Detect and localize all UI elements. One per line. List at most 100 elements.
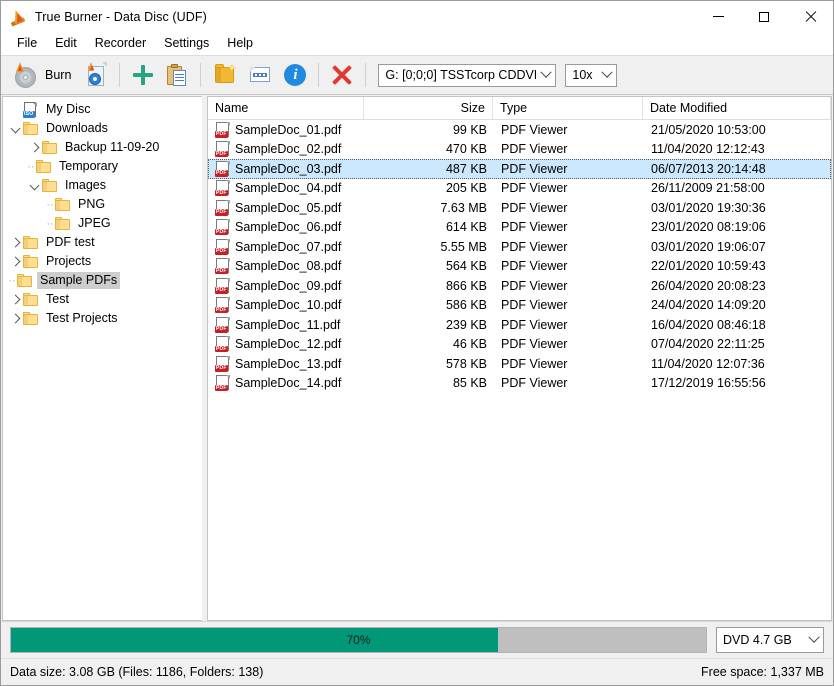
pdf-file-icon: PDF [215, 219, 230, 236]
tree-item-downloads[interactable]: Downloads [3, 119, 202, 138]
file-name-text: SampleDoc_08.pdf [235, 259, 342, 274]
capacity-progress-bar: 70% [10, 627, 707, 653]
file-row[interactable]: PDF SampleDoc_12.pdf 46 KB PDF Viewer 07/04/… [208, 335, 831, 355]
delete-button[interactable] [325, 58, 359, 92]
folder-icon [55, 198, 70, 211]
file-row[interactable]: PDF SampleDoc_03.pdf 487 KB PDF Viewer 06/07… [208, 159, 831, 179]
pdf-file-icon: PDF [215, 160, 230, 177]
info-icon: i [284, 64, 307, 86]
tree-item-pdf-test[interactable]: PDF test [3, 233, 202, 252]
file-row[interactable]: PDF SampleDoc_14.pdf 85 KB PDF Viewer 17/12/… [208, 374, 831, 394]
capacity-progress-label: 70% [346, 633, 371, 647]
new-folder-button[interactable]: ✦ [207, 58, 243, 92]
file-name-text: SampleDoc_01.pdf [235, 122, 342, 137]
file-cell-type: PDF Viewer [501, 278, 568, 293]
file-cell-date: 24/04/2020 14:09:20 [651, 298, 766, 313]
tree-item-jpeg[interactable]: ·· JPEG [3, 214, 202, 233]
window-controls [695, 1, 833, 32]
rename-button[interactable] [243, 58, 278, 92]
tree-item-label: Projects [46, 254, 92, 268]
file-name-text: SampleDoc_13.pdf [235, 356, 342, 371]
tree-item-test-projects[interactable]: Test Projects [3, 309, 202, 328]
file-row[interactable]: PDF SampleDoc_04.pdf 205 KB PDF Viewer 26/11… [208, 179, 831, 199]
expand-arrow-icon[interactable] [7, 309, 23, 328]
file-row[interactable]: PDF SampleDoc_09.pdf 866 KB PDF Viewer 26/04… [208, 276, 831, 296]
file-row[interactable]: PDF SampleDoc_07.pdf 5.55 MB PDF Viewer 03/0… [208, 237, 831, 257]
file-cell-type: PDF Viewer [501, 142, 568, 157]
bottom-bar: 70% DVD 4.7 GB Data size: 3.08 GB (Files… [1, 621, 833, 685]
file-row[interactable]: PDF SampleDoc_11.pdf 239 KB PDF Viewer 16/04… [208, 315, 831, 335]
file-cell-date: 26/04/2020 20:08:23 [651, 278, 766, 293]
expand-arrow-icon[interactable] [7, 233, 23, 252]
flame-icon [9, 7, 28, 26]
tree-item-sample-pdfs[interactable]: ·· Sample PDFs [3, 271, 202, 290]
tree-item-projects[interactable]: Projects [3, 252, 202, 271]
file-cell-size: 5.55 MB [440, 239, 487, 254]
collapse-arrow-icon[interactable] [26, 176, 42, 195]
file-cell-name: PDF SampleDoc_07.pdf [209, 238, 365, 255]
media-type-select[interactable]: DVD 4.7 GB [716, 627, 824, 653]
tree-item-label: My Disc [46, 102, 91, 116]
minimize-button[interactable] [695, 1, 741, 32]
properties-button[interactable]: i [278, 58, 312, 92]
file-cell-name: PDF SampleDoc_12.pdf [209, 336, 365, 353]
file-cell-name: PDF SampleDoc_05.pdf [209, 199, 365, 216]
file-row[interactable]: PDF SampleDoc_02.pdf 470 KB PDF Viewer 11/04… [208, 140, 831, 160]
burn-button[interactable]: Burn [7, 58, 77, 92]
file-row[interactable]: PDF SampleDoc_10.pdf 586 KB PDF Viewer 24/04… [208, 296, 831, 316]
file-list-rows: PDF SampleDoc_01.pdf 99 KB PDF Viewer 21/05/… [208, 120, 831, 620]
collapse-arrow-icon[interactable] [7, 119, 23, 138]
file-cell-type: PDF Viewer [501, 181, 568, 196]
menu-edit[interactable]: Edit [46, 33, 86, 54]
maximize-button[interactable] [741, 1, 787, 32]
tree-item-label: PDF test [46, 235, 95, 249]
file-row[interactable]: PDF SampleDoc_05.pdf 7.63 MB PDF Viewer 03/0… [208, 198, 831, 218]
file-cell-name: PDF SampleDoc_01.pdf [209, 121, 365, 138]
file-cell-size: 205 KB [445, 181, 487, 196]
folder-tree-pane[interactable]: ISO My Disc Downloads Backup 11-09-20 ·· Temp… [2, 96, 202, 621]
tree-item-my-disc[interactable]: ISO My Disc [3, 100, 202, 119]
file-cell-size: 614 KB [445, 220, 487, 235]
burn-image-button[interactable] [77, 58, 113, 92]
file-row[interactable]: PDF SampleDoc_13.pdf 578 KB PDF Viewer 11/04… [208, 354, 831, 374]
media-type-value: DVD 4.7 GB [723, 633, 792, 647]
file-name-text: SampleDoc_06.pdf [235, 220, 342, 235]
menu-help[interactable]: Help [218, 33, 262, 54]
file-row[interactable]: PDF SampleDoc_01.pdf 99 KB PDF Viewer 21/05/… [208, 120, 831, 140]
menu-recorder[interactable]: Recorder [86, 33, 155, 54]
file-name-text: SampleDoc_11.pdf [235, 317, 341, 332]
rename-file-icon [249, 64, 272, 86]
paste-button[interactable] [160, 58, 194, 92]
toolbar-separator-1 [119, 63, 121, 87]
tree-item-backup-11-09-20[interactable]: Backup 11-09-20 [3, 138, 202, 157]
tree-item-png[interactable]: ·· PNG [3, 195, 202, 214]
new-folder-icon: ✦ [213, 64, 237, 86]
expand-arrow-icon[interactable] [26, 138, 42, 157]
file-list-pane[interactable]: Name Size Type Date Modified PDF SampleDoc_0… [207, 96, 832, 621]
file-cell-type: PDF Viewer [501, 356, 568, 371]
tree-item-temporary[interactable]: ·· Temporary [3, 157, 202, 176]
column-header-type[interactable]: Type [493, 97, 643, 119]
file-cell-date: 23/01/2020 08:19:06 [651, 220, 766, 235]
column-header-size[interactable]: Size [364, 97, 493, 119]
close-button[interactable] [787, 1, 833, 32]
tree-item-test[interactable]: Test [3, 290, 202, 309]
menu-file[interactable]: File [8, 33, 46, 54]
expand-arrow-icon[interactable] [7, 252, 23, 271]
menu-settings[interactable]: Settings [155, 33, 218, 54]
add-files-button[interactable] [126, 58, 160, 92]
expand-arrow-icon[interactable] [7, 290, 23, 309]
file-row[interactable]: PDF SampleDoc_08.pdf 564 KB PDF Viewer 22/01… [208, 257, 831, 277]
file-name-text: SampleDoc_05.pdf [235, 200, 342, 215]
file-cell-type: PDF Viewer [501, 337, 568, 352]
drive-select[interactable]: G: [0;0;0] TSSTcorp CDDVDW [378, 63, 557, 87]
column-header-date[interactable]: Date Modified [643, 97, 831, 119]
file-cell-name: PDF SampleDoc_03.pdf [209, 160, 365, 177]
file-cell-name: PDF SampleDoc_02.pdf [209, 141, 365, 158]
tree-item-label: Backup 11-09-20 [65, 140, 160, 154]
file-row[interactable]: PDF SampleDoc_06.pdf 614 KB PDF Viewer 23/01… [208, 218, 831, 238]
burn-button-label: Burn [45, 68, 72, 82]
speed-select[interactable]: 10x [565, 63, 618, 87]
column-header-name[interactable]: Name [208, 97, 364, 119]
tree-item-images[interactable]: Images [3, 176, 202, 195]
